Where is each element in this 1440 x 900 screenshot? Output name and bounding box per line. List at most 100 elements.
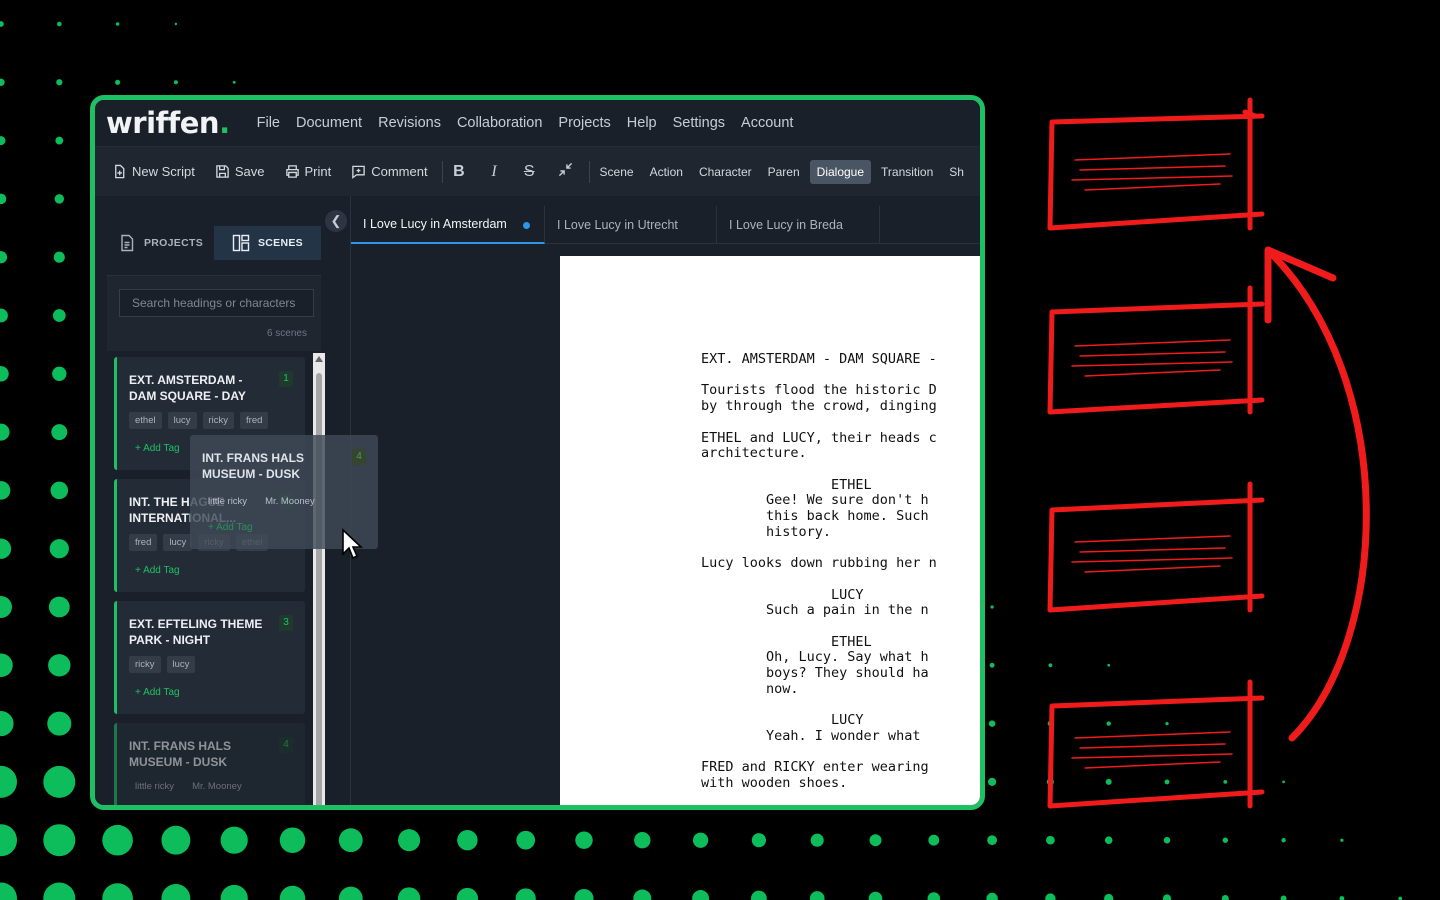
background-dot xyxy=(927,892,941,900)
background-dot xyxy=(0,711,14,737)
menu-item-document[interactable]: Document xyxy=(296,115,362,131)
element-button-paren[interactable]: Paren xyxy=(768,165,800,179)
background-dot xyxy=(56,79,63,86)
scene-tag[interactable]: fred xyxy=(129,534,158,551)
scene-number: 1 xyxy=(279,371,293,387)
background-dot xyxy=(55,136,64,145)
scene-tag[interactable]: fred xyxy=(240,412,269,429)
menu-item-file[interactable]: File xyxy=(257,115,280,131)
background-dot xyxy=(0,366,9,382)
background-dot xyxy=(456,887,479,900)
background-dot xyxy=(48,596,70,618)
background-dot xyxy=(987,835,997,846)
scene-tag[interactable]: ricky xyxy=(129,656,161,673)
tab-label: I Love Lucy in Amsterdam xyxy=(363,217,507,231)
add-tag-button[interactable]: + Add Tag xyxy=(208,522,253,533)
scene-tag[interactable]: lucy xyxy=(166,656,196,673)
element-button-sh[interactable]: Sh xyxy=(949,165,964,179)
background-dot xyxy=(869,834,882,847)
collapse-arrows-button[interactable] xyxy=(558,162,573,182)
tab-document-2[interactable]: I Love Lucy in Utrecht xyxy=(545,206,717,244)
new-script-button[interactable]: New Script xyxy=(112,164,195,179)
background-dot xyxy=(49,539,69,559)
background-dot xyxy=(52,309,66,322)
mouse-cursor-icon xyxy=(342,528,363,560)
script-page[interactable]: EXT. AMSTERDAM - DAM SQUARE - Tourists f… xyxy=(560,256,980,805)
strikethrough-button[interactable]: S xyxy=(523,163,536,181)
scene-tag[interactable]: ethel xyxy=(129,412,162,429)
background-dot xyxy=(988,720,996,727)
script-editor: I Love Lucy in Amsterdam I Love Lucy in U… xyxy=(351,196,980,805)
scene-tags: little ricky Mr. Mooney xyxy=(129,778,248,795)
tab-scenes[interactable]: SCENES xyxy=(214,226,321,260)
document-tabs: I Love Lucy in Amsterdam I Love Lucy in U… xyxy=(351,206,980,244)
print-button[interactable]: Print xyxy=(285,164,331,179)
background-dot xyxy=(398,829,421,852)
background-dot xyxy=(0,193,7,205)
scene-search-input[interactable] xyxy=(119,289,314,317)
background-dot xyxy=(1104,893,1114,900)
save-button[interactable]: Save xyxy=(215,164,265,179)
background-dot xyxy=(574,888,594,900)
background-dot xyxy=(0,423,10,441)
element-button-transition[interactable]: Transition xyxy=(881,165,933,179)
background-dot xyxy=(0,78,5,86)
menu-item-projects[interactable]: Projects xyxy=(558,115,610,131)
bold-button[interactable]: B xyxy=(452,163,465,181)
background-dot xyxy=(220,884,248,900)
scene-tag: Mr. Mooney xyxy=(265,496,315,507)
tab-label: I Love Lucy in Breda xyxy=(729,218,843,232)
background-dot xyxy=(457,830,478,851)
background-dot xyxy=(43,882,76,900)
tab-document-3[interactable]: I Love Lucy in Breda xyxy=(717,206,880,244)
scroll-up-arrow[interactable] xyxy=(315,356,323,362)
background-dot xyxy=(1162,894,1172,900)
tab-projects[interactable]: PROJECTS xyxy=(107,226,214,260)
add-tag-button[interactable]: + Add Tag xyxy=(135,565,180,576)
background-dot xyxy=(0,882,17,900)
element-button-character[interactable]: Character xyxy=(699,165,752,179)
scene-tag[interactable]: Mr. Mooney xyxy=(186,778,248,795)
save-icon xyxy=(216,165,229,178)
menu-item-help[interactable]: Help xyxy=(627,115,657,131)
element-button-dialogue[interactable]: Dialogue xyxy=(809,159,872,184)
script-text[interactable]: EXT. AMSTERDAM - DAM SQUARE - Tourists f… xyxy=(701,351,937,792)
scene-search-panel: 6 scenes xyxy=(107,275,321,351)
toolbar-divider xyxy=(441,160,443,183)
menu-item-settings[interactable]: Settings xyxy=(673,115,725,131)
scene-tag[interactable]: ricky xyxy=(202,412,235,429)
scene-tag[interactable]: lucy xyxy=(163,534,193,551)
add-tag-button[interactable]: + Add Tag xyxy=(135,687,180,698)
collapse-sidebar-button[interactable]: ❮ xyxy=(325,210,347,232)
scene-list-scrollbar[interactable] xyxy=(313,353,325,805)
comment-button[interactable]: Comment xyxy=(351,164,428,179)
scene-number: 4 xyxy=(279,737,293,753)
scene-tag[interactable]: little ricky xyxy=(129,778,180,795)
element-button-action[interactable]: Action xyxy=(650,165,683,179)
scene-list: EXT. AMSTERDAM - DAM SQUARE - DAY 1 ethel l… xyxy=(107,355,313,805)
sketch-card-4 xyxy=(1047,679,1265,809)
background-dot xyxy=(43,765,76,798)
scene-tag[interactable]: lucy xyxy=(167,412,197,429)
element-button-scene[interactable]: Scene xyxy=(600,165,634,179)
background-dot xyxy=(174,22,178,26)
menu-item-collaboration[interactable]: Collaboration xyxy=(457,115,542,131)
background-dot xyxy=(56,21,62,27)
menu-item-account[interactable]: Account xyxy=(741,115,793,131)
move-up-arrow xyxy=(1264,246,1370,742)
scene-card[interactable]: INT. FRANS HALS MUSEUM - DUSK 4 little ric… xyxy=(114,723,305,805)
background-dot xyxy=(161,884,191,900)
scene-card[interactable]: EXT. EFTELING THEME PARK - NIGHT 3 ricky lu… xyxy=(114,601,305,714)
layout-icon xyxy=(232,234,250,252)
background-dot xyxy=(53,251,65,263)
background-dot xyxy=(1339,896,1345,900)
brand-logo[interactable]: wriffen. xyxy=(106,106,230,140)
italic-button[interactable]: I xyxy=(488,163,501,181)
tab-document-1[interactable]: I Love Lucy in Amsterdam xyxy=(351,206,545,244)
add-tag-button[interactable]: + Add Tag xyxy=(135,443,180,454)
background-dot xyxy=(634,832,651,849)
main-menu: File Document Revisions Collaboration Projec… xyxy=(257,115,794,131)
menu-item-revisions[interactable]: Revisions xyxy=(378,115,441,131)
background-dot xyxy=(115,22,120,26)
background-dot xyxy=(220,826,248,854)
